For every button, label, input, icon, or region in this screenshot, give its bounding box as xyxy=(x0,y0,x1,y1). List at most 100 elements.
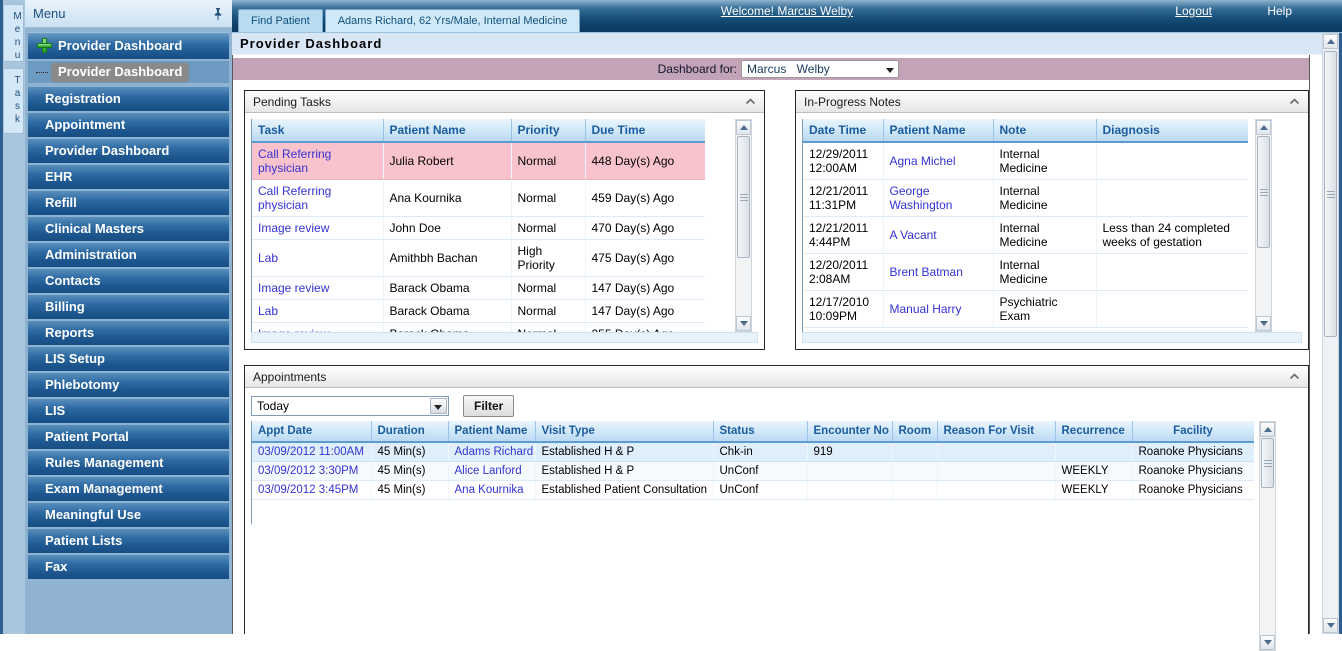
task-link[interactable]: Call Referring physician xyxy=(258,147,331,175)
patient-name-link[interactable]: Alice Lanford xyxy=(455,465,522,477)
task-link[interactable]: Call Referring physician xyxy=(258,184,331,212)
scroll-up-icon[interactable] xyxy=(1323,34,1338,49)
appointments-scrollbar[interactable] xyxy=(1259,421,1276,651)
collapse-up-icon[interactable] xyxy=(1289,98,1300,105)
task-link[interactable]: Image review xyxy=(258,221,329,235)
task-link[interactable]: Lab xyxy=(258,251,278,265)
sidebar-item-provider-dashboard-selected[interactable]: Provider Dashboard xyxy=(28,61,229,83)
patient-name-link[interactable]: George Washington xyxy=(890,184,953,212)
appointments-col-patient-name[interactable]: Patient Name xyxy=(448,421,535,442)
scroll-thumb[interactable] xyxy=(737,136,750,258)
appointments-col-duration[interactable]: Duration xyxy=(371,421,448,442)
in_progress_notes-col-diagnosis[interactable]: Diagnosis xyxy=(1096,119,1248,142)
scroll-down-icon[interactable] xyxy=(1260,635,1275,650)
patient-name-link[interactable]: Adams Richard xyxy=(455,446,534,458)
pending_tasks-row[interactable]: Call Referring physicianJulia RobertNorm… xyxy=(252,142,705,180)
appt-date-link[interactable]: 03/09/2012 3:30PM xyxy=(258,465,358,477)
main-scrollbar[interactable] xyxy=(1322,33,1339,634)
appointments-col-encounter-no[interactable]: Encounter No xyxy=(807,421,892,442)
patient-name-link[interactable]: Manual Harry xyxy=(890,302,962,316)
appointments-col-status[interactable]: Status xyxy=(713,421,807,442)
in_progress_notes-row[interactable]: 12/21/2011 11:31PMGeorge WashingtonInter… xyxy=(803,180,1248,217)
sidebar-item-refill[interactable]: Refill xyxy=(28,190,229,215)
sidebar-item-phlebotomy[interactable]: Phlebotomy xyxy=(28,372,229,397)
sidebar-item-lis-setup[interactable]: LIS Setup xyxy=(28,346,229,371)
sidebar-item-fax[interactable]: Fax xyxy=(28,554,229,579)
in_progress_notes-row[interactable]: 12/21/2011 4:44PMA VacantInternal Medici… xyxy=(803,217,1248,254)
appointments-col-recurrence[interactable]: Recurrence xyxy=(1055,421,1132,442)
in_progress_notes-col-date-time[interactable]: Date Time xyxy=(803,119,883,142)
scroll-up-icon[interactable] xyxy=(1256,120,1271,135)
in-progress-notes-scrollbar[interactable] xyxy=(1255,119,1272,332)
pending_tasks-row[interactable]: LabAmithbh BachanHigh Priority475 Day(s)… xyxy=(252,240,705,277)
pending_tasks-row[interactable]: Image reviewJohn DoeNormal470 Day(s) Ago xyxy=(252,217,705,240)
task-link[interactable]: Image review xyxy=(258,281,329,295)
sidebar-item-rules-management[interactable]: Rules Management xyxy=(28,450,229,475)
scroll-down-icon[interactable] xyxy=(736,316,751,331)
patient-context-tab[interactable]: Adams Richard, 62 Yrs/Male, Internal Med… xyxy=(325,9,581,32)
sidebar-item-exam-management[interactable]: Exam Management xyxy=(28,476,229,501)
pending-tasks-hscroll-track[interactable] xyxy=(251,332,758,343)
sidebar-item-appointment[interactable]: Appointment xyxy=(28,112,229,137)
filter-button[interactable]: Filter xyxy=(463,395,514,417)
pending-tasks-scrollbar[interactable] xyxy=(735,119,752,332)
sidebar-item-meaningful-use[interactable]: Meaningful Use xyxy=(28,502,229,527)
appointments-row[interactable]: 03/09/2012 3:45PM45 Min(s)Ana KournikaEs… xyxy=(252,481,1254,500)
patient-name-link[interactable]: Agna Michel xyxy=(890,154,956,168)
appt-date-link[interactable]: 03/09/2012 11:00AM xyxy=(258,446,364,458)
sidebar-item-patient-portal[interactable]: Patient Portal xyxy=(28,424,229,449)
task-vertical-tab[interactable]: Task xyxy=(4,68,24,134)
pin-icon[interactable] xyxy=(212,7,224,21)
find-patient-tab[interactable]: Find Patient xyxy=(238,9,323,32)
pending_tasks-col-priority[interactable]: Priority xyxy=(511,119,585,142)
chevron-down-icon[interactable] xyxy=(430,398,447,414)
appointments-row[interactable]: 03/09/2012 3:30PM45 Min(s)Alice LanfordE… xyxy=(252,462,1254,481)
pending_tasks-row[interactable]: LabBarack ObamaNormal147 Day(s) Ago xyxy=(252,300,705,323)
scroll-up-icon[interactable] xyxy=(736,120,751,135)
sidebar-item-contacts[interactable]: Contacts xyxy=(28,268,229,293)
sidebar-item-provider-dashboard[interactable]: Provider Dashboard xyxy=(28,138,229,163)
pending_tasks-row[interactable]: Image reviewBarack ObamaNormal147 Day(s)… xyxy=(252,277,705,300)
patient-name-link[interactable]: Ana Kournika xyxy=(455,484,524,496)
appointments-range-select[interactable]: Today xyxy=(251,396,449,416)
sidebar-item-patient-lists[interactable]: Patient Lists xyxy=(28,528,229,553)
collapse-up-icon[interactable] xyxy=(745,98,756,105)
scroll-thumb[interactable] xyxy=(1324,51,1337,337)
in_progress_notes-row[interactable]: 12/29/2011 12:00AMAgna MichelInternal Me… xyxy=(803,142,1248,180)
help-link[interactable]: Help xyxy=(1267,4,1292,18)
appointments-row[interactable]: 03/09/2012 11:00AM45 Min(s)Adams Richard… xyxy=(252,442,1254,462)
collapse-up-icon[interactable] xyxy=(1289,373,1300,380)
appointments-col-reason-for-visit[interactable]: Reason For Visit xyxy=(937,421,1055,442)
patient-name-link[interactable]: A Vacant xyxy=(890,228,937,242)
sidebar-item-billing[interactable]: Billing xyxy=(28,294,229,319)
pending_tasks-col-patient-name[interactable]: Patient Name xyxy=(383,119,511,142)
appointments-col-room[interactable]: Room xyxy=(892,421,937,442)
pending_tasks-col-task[interactable]: Task xyxy=(252,119,383,142)
menu-vertical-tab[interactable]: Menu xyxy=(4,4,24,62)
dashboard-for-select[interactable]: Marcus Welby xyxy=(741,60,899,78)
sidebar-item-reports[interactable]: Reports xyxy=(28,320,229,345)
scroll-thumb[interactable] xyxy=(1261,438,1274,488)
task-link[interactable]: Lab xyxy=(258,304,278,318)
pending_tasks-row[interactable]: Image reviewBarack ObamaNormal255 Day(s)… xyxy=(252,323,705,333)
pending_tasks-col-due-time[interactable]: Due Time xyxy=(585,119,705,142)
appointments-col-visit-type[interactable]: Visit Type xyxy=(535,421,713,442)
sidebar-item-lis[interactable]: LIS xyxy=(28,398,229,423)
patient-name-link[interactable]: Brent Batman xyxy=(890,265,963,279)
sidebar-item-registration[interactable]: Registration xyxy=(28,86,229,111)
appt-date-link[interactable]: 03/09/2012 3:45PM xyxy=(258,484,358,496)
scroll-up-icon[interactable] xyxy=(1260,422,1275,437)
scroll-down-icon[interactable] xyxy=(1256,316,1271,331)
in_progress_notes-col-note[interactable]: Note xyxy=(993,119,1096,142)
in-progress-notes-hscroll-track[interactable] xyxy=(802,332,1302,343)
logout-link[interactable]: Logout xyxy=(1175,4,1212,18)
scroll-thumb[interactable] xyxy=(1257,136,1270,248)
in_progress_notes-col-patient-name[interactable]: Patient Name xyxy=(883,119,993,142)
in_progress_notes-row[interactable]: 12/20/2011 2:08AMBrent BatmanInternal Me… xyxy=(803,254,1248,291)
sidebar-group-provider-dashboard[interactable]: Provider Dashboard xyxy=(28,32,229,59)
pending_tasks-row[interactable]: Call Referring physicianAna KournikaNorm… xyxy=(252,180,705,217)
sidebar-item-ehr[interactable]: EHR xyxy=(28,164,229,189)
appointments-col-appt-date[interactable]: Appt Date xyxy=(252,421,371,442)
sidebar-item-administration[interactable]: Administration xyxy=(28,242,229,267)
sidebar-item-clinical-masters[interactable]: Clinical Masters xyxy=(28,216,229,241)
